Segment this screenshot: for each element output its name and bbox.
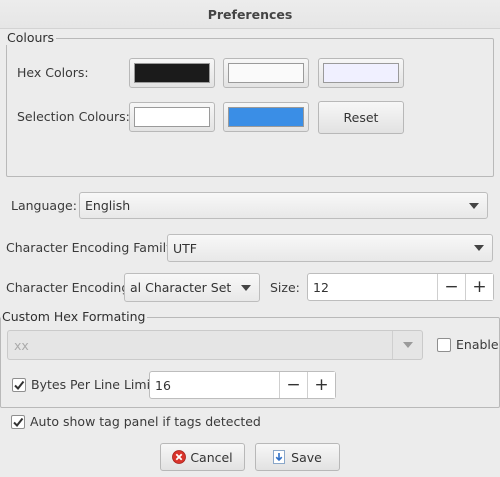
bytes-per-line-spinbox[interactable]: 16 − + [149, 371, 336, 399]
bytes-per-line-value[interactable]: 16 [150, 372, 279, 398]
hex-color-1-swatch [134, 63, 210, 83]
auto-show-tag-label: Auto show tag panel if tags detected [30, 414, 261, 429]
selection-colours-label: Selection Colours: [17, 109, 130, 124]
hex-color-2-button[interactable] [223, 58, 309, 88]
encoding-family-select[interactable]: UTF [167, 234, 493, 262]
bytes-per-line-label: Bytes Per Line Limit [31, 377, 155, 392]
chevron-down-icon [469, 202, 479, 209]
hex-color-3-swatch [323, 63, 399, 83]
selection-color-2-button[interactable] [223, 102, 309, 132]
cancel-button[interactable]: Cancel [160, 443, 245, 471]
bytes-increment-button[interactable]: + [307, 372, 335, 398]
hex-color-3-button[interactable] [318, 58, 404, 88]
custom-hex-group-title: Custom Hex Formating [1, 309, 148, 324]
hex-format-select[interactable]: xx [7, 330, 423, 360]
chevron-down-icon [474, 245, 484, 251]
checkmark-icon [13, 417, 24, 428]
language-value: English [85, 198, 131, 213]
size-label: Size: [270, 280, 300, 295]
colours-group-title: Colours [6, 30, 57, 45]
character-encoding-label: Character Encoding: [6, 280, 134, 295]
language-label: Language: [11, 198, 77, 213]
selection-color-2-swatch [228, 107, 304, 127]
selection-color-1-button[interactable] [129, 102, 215, 132]
enable-label: Enable [456, 337, 499, 352]
reset-colours-button[interactable]: Reset [318, 101, 404, 134]
bytes-decrement-button[interactable]: − [279, 372, 307, 398]
window-title: Preferences [207, 6, 293, 22]
reset-label: Reset [343, 110, 379, 125]
bytes-per-line-checkbox[interactable] [12, 378, 26, 392]
size-increment-button[interactable]: + [465, 274, 493, 300]
chevron-down-icon [241, 284, 251, 291]
hex-color-1-button[interactable] [129, 58, 215, 88]
size-value[interactable]: 12 [308, 274, 437, 300]
auto-show-tag-checkbox[interactable] [11, 415, 25, 429]
checkmark-icon [14, 380, 25, 391]
enable-checkbox[interactable] [437, 338, 451, 352]
save-icon [273, 450, 286, 464]
save-button[interactable]: Save [255, 443, 340, 471]
character-encoding-value: al Character Set [130, 280, 232, 295]
hex-colors-label: Hex Colors: [17, 65, 89, 80]
cancel-icon [172, 450, 187, 464]
size-spinbox[interactable]: 12 − + [307, 273, 494, 301]
save-label: Save [291, 449, 322, 465]
selection-color-1-swatch [134, 107, 210, 127]
cancel-label: Cancel [190, 449, 233, 465]
character-encoding-select[interactable]: al Character Set [124, 273, 260, 302]
language-select[interactable]: English [79, 192, 488, 219]
encoding-family-label: Character Encoding Family: [6, 240, 177, 255]
chevron-down-icon [402, 342, 413, 348]
hex-color-2-swatch [228, 63, 304, 83]
hex-format-value: xx [14, 337, 29, 353]
window-titlebar: Preferences [0, 0, 500, 29]
size-decrement-button[interactable]: − [437, 274, 465, 300]
encoding-family-value: UTF [173, 240, 197, 256]
